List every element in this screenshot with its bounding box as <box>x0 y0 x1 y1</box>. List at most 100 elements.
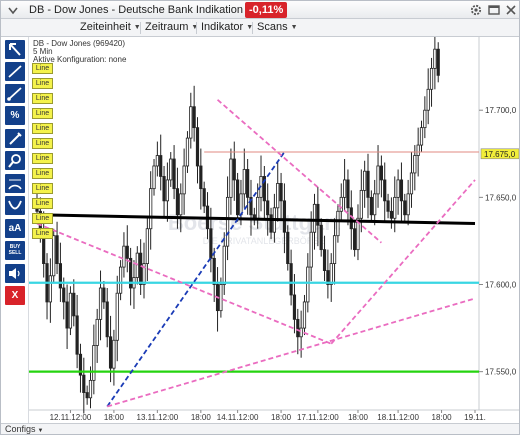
candle-body <box>306 266 310 303</box>
candle-body <box>58 263 63 289</box>
x-tick-label: 18.11.12:00 <box>377 413 419 422</box>
candle-body <box>433 48 437 69</box>
line-badge[interactable]: Line <box>32 198 53 209</box>
candle-body <box>185 137 190 167</box>
line-badge[interactable]: Line <box>32 153 53 164</box>
curve-icon <box>8 200 22 210</box>
curve-tool[interactable] <box>5 196 25 215</box>
candle-body <box>339 196 343 212</box>
candle-body <box>276 183 280 209</box>
candle-body <box>162 176 166 202</box>
candle-body <box>172 158 176 190</box>
menu-divider <box>252 22 253 34</box>
candle-body <box>192 106 196 129</box>
candle-body <box>329 263 333 285</box>
candle-body <box>122 245 126 268</box>
candle-body <box>413 155 417 174</box>
line-badge[interactable]: Line <box>32 93 53 104</box>
line-badge[interactable]: Line <box>32 78 53 89</box>
y-tick-label: 17.700,0 <box>485 106 517 115</box>
line-badge[interactable]: Line <box>32 183 53 194</box>
configs-menu[interactable]: Configs ▼ <box>5 424 43 434</box>
arc-tool[interactable] <box>5 174 25 193</box>
chart-area[interactable]: Boerse StuttgartDIE PRIVATANLEGERBÖRSE17… <box>1 37 519 423</box>
candle-body <box>383 179 387 202</box>
candle-body <box>229 158 233 198</box>
line-badge[interactable]: Line <box>32 228 53 239</box>
buy-sell-tool[interactable]: BUY SELL <box>5 241 25 260</box>
text-tool[interactable]: aA <box>5 219 25 238</box>
line-badge[interactable]: Line <box>32 168 53 179</box>
candle-body <box>279 183 283 202</box>
candle-body <box>222 245 226 285</box>
pointer-tool[interactable] <box>5 40 25 59</box>
x-tick-label: 18:00 <box>104 413 125 422</box>
candle-body <box>165 179 169 202</box>
candle-body <box>202 188 206 207</box>
candle-body <box>269 214 273 233</box>
pencil-tool[interactable] <box>5 129 25 148</box>
x-tick-label: 18:00 <box>271 413 292 422</box>
line-badge[interactable]: Line <box>32 123 53 134</box>
candle-body <box>112 339 116 369</box>
candle-body <box>152 165 156 190</box>
menu-indikator-label: Indikator <box>201 21 244 33</box>
gear-icon[interactable] <box>469 3 483 17</box>
candle-body <box>379 165 383 181</box>
candle-body <box>52 235 56 277</box>
line-badge[interactable]: Line <box>32 138 53 149</box>
candle-body <box>55 235 59 264</box>
candle-body <box>95 318 99 346</box>
line-badge[interactable]: Line <box>32 63 53 74</box>
menu-zeitraum[interactable]: Zeitraum ▼ <box>145 21 198 33</box>
candle-body <box>72 292 76 317</box>
candle-body <box>376 165 380 195</box>
candle-body <box>236 179 240 216</box>
ray-tool[interactable] <box>5 84 25 103</box>
candle-body <box>373 193 377 216</box>
candle-body <box>225 196 230 247</box>
candle-body <box>179 193 183 216</box>
candle-body <box>366 170 370 198</box>
candle-body <box>169 158 173 181</box>
change-badge: -0,11% <box>245 2 288 18</box>
magnifier-tool[interactable] <box>5 151 25 170</box>
text-tool-icon: aA <box>8 223 22 234</box>
candle-body <box>289 263 293 296</box>
fullscreen-icon[interactable] <box>487 3 501 17</box>
candle-body <box>416 144 420 156</box>
percent-tool[interactable]: % <box>5 106 25 125</box>
chevron-down-icon: ▼ <box>37 428 44 434</box>
candle-body <box>125 245 129 259</box>
candle-body <box>302 301 307 329</box>
candle-body <box>359 189 363 219</box>
candle-body <box>102 287 106 303</box>
candle-body <box>332 235 337 264</box>
candle-body <box>423 109 427 129</box>
x-tick-label: 12.11.12:00 <box>50 413 92 422</box>
close-icon[interactable] <box>504 3 518 17</box>
title-bar: DB - Dow Jones - Deutsche Bank Indikatio… <box>1 1 519 19</box>
candle-body <box>296 318 300 338</box>
candle-body <box>115 292 119 341</box>
menu-indikator[interactable]: Indikator ▼ <box>201 21 253 33</box>
candle-body <box>343 179 347 198</box>
menu-divider <box>140 22 141 34</box>
line-badge[interactable]: Line <box>32 213 53 224</box>
collapse-icon[interactable] <box>6 3 20 17</box>
alert-tool[interactable] <box>5 264 25 283</box>
candle-body <box>175 188 180 216</box>
line-badge[interactable]: Line <box>32 108 53 119</box>
candle-body <box>363 170 367 191</box>
candle-body <box>292 294 297 320</box>
menu-scans[interactable]: Scans ▼ <box>257 21 298 33</box>
candle-body <box>399 179 404 202</box>
menu-zeiteinheit[interactable]: Zeiteinheit ▼ <box>80 21 141 33</box>
percent-icon: % <box>10 110 20 121</box>
candle-body <box>182 165 186 195</box>
candle-body <box>68 292 73 329</box>
trendline-tool[interactable] <box>5 62 25 81</box>
candle-body <box>266 200 270 216</box>
delete-drawings-button[interactable]: X <box>5 286 25 305</box>
chevron-down-icon: ▼ <box>290 24 298 31</box>
